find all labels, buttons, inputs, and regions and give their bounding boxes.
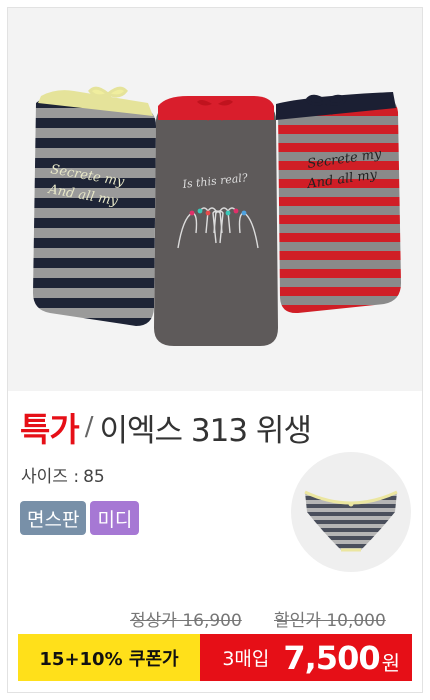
coupon-price-label[interactable]: 15+10% 쿠폰가 — [18, 634, 200, 681]
size-value: 85 — [83, 467, 105, 487]
product-thumbnail[interactable] — [291, 452, 411, 572]
right-pack-image: Secrete my And all my — [276, 92, 401, 314]
feature-badges: 면스판 미디 — [20, 501, 140, 535]
product-title[interactable]: 특가 / 이엑스 313 위생 — [20, 404, 312, 450]
badge-midi: 미디 — [90, 501, 140, 535]
discount-price: 할인가 10,000 — [274, 611, 386, 631]
price-bar[interactable]: 15+10% 쿠폰가 3매입 7,500 원 — [18, 634, 412, 681]
bundle-label: 3매입 — [222, 648, 270, 670]
currency-unit: 원 — [381, 651, 400, 675]
original-price: 정상가 16,900 — [130, 611, 242, 631]
left-pack-image: Secrete my And all my — [33, 86, 156, 326]
size-label: 사이즈 : — [21, 467, 80, 487]
middle-pack-image: Is this real? — [154, 96, 278, 346]
product-photo[interactable]: Secrete my And all my Secrete my And all… — [8, 8, 422, 391]
size-info: 사이즈 :85 — [21, 462, 109, 487]
special-deal-tag: 특가 — [20, 410, 80, 449]
badge-cotton-spandex: 면스판 — [20, 501, 87, 535]
final-price: 7,500 — [283, 638, 380, 677]
product-card[interactable]: Secrete my And all my Secrete my And all… — [7, 7, 423, 693]
final-price-box[interactable]: 3매입 7,500 원 — [200, 634, 412, 681]
title-separator: / — [84, 412, 94, 442]
product-name[interactable]: 이엑스 313 위생 — [100, 405, 312, 450]
